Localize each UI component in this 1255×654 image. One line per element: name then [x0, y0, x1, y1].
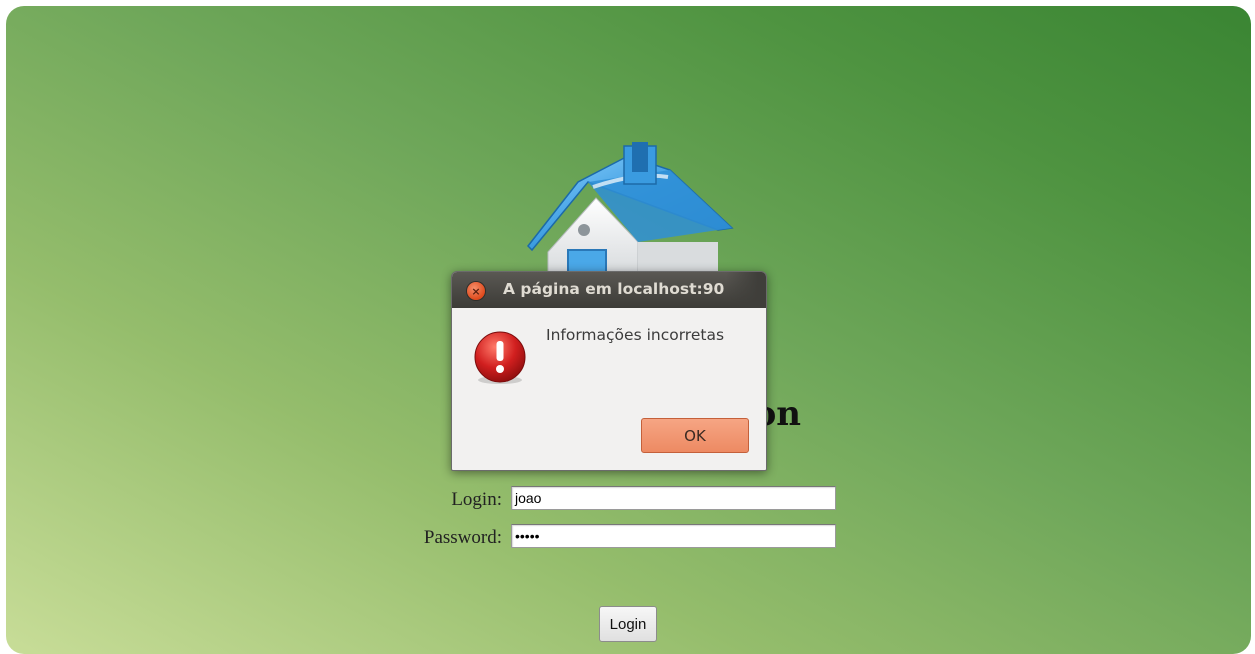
alert-dialog: × A página em localhost:90 Informações i…: [451, 271, 767, 471]
dialog-message: Informações incorretas: [546, 326, 725, 344]
ok-button[interactable]: OK: [641, 418, 749, 453]
title-fade: [726, 272, 766, 308]
login-label: Login:: [451, 489, 502, 510]
password-label: Password:: [423, 527, 502, 548]
close-glyph: ×: [471, 284, 481, 298]
password-input[interactable]: •••••: [511, 524, 836, 548]
login-input[interactable]: joao: [511, 486, 836, 510]
error-exclamation-icon: [474, 331, 526, 384]
close-icon[interactable]: ×: [467, 282, 485, 300]
house-logo-icon: [527, 142, 734, 292]
dialog-titlebar: × A página em localhost:90: [452, 272, 766, 308]
login-submit-button[interactable]: Login: [599, 606, 657, 642]
